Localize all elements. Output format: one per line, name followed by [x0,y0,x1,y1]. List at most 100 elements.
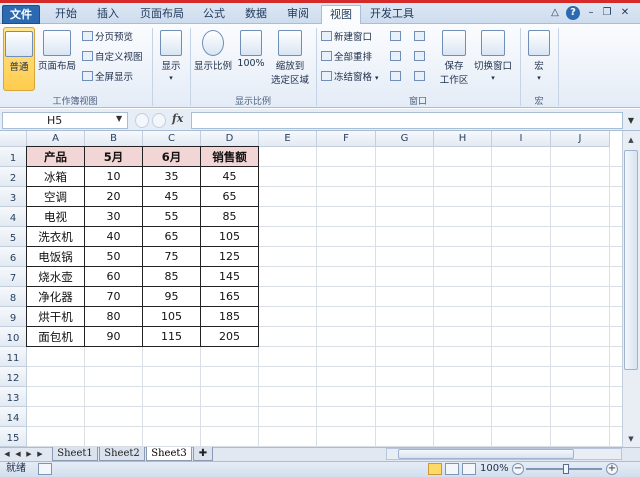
page-layout-view-button[interactable]: 页面布局 [37,27,77,72]
insert-sheet-icon[interactable]: ✚ [193,447,213,461]
macros-button[interactable]: 宏 ▾ [526,27,552,83]
expand-formula-bar-icon[interactable]: ▼ [624,113,638,128]
table-cell[interactable]: 洗衣机 [26,226,85,247]
table-cell[interactable]: 75 [142,246,201,267]
sheet-tab-sheet3[interactable]: Sheet3 [146,447,192,461]
page-layout-status-icon[interactable] [445,463,459,475]
tab-file[interactable]: 文件 [2,5,40,24]
insert-function-icon[interactable]: fx [172,112,190,125]
table-cell[interactable]: 55 [142,206,201,227]
row-header-8[interactable]: 8 [0,287,27,307]
column-header-a[interactable]: A [27,131,85,147]
save-workspace-button[interactable]: 保存 工作区 [436,27,472,86]
row-header-7[interactable]: 7 [0,267,27,287]
table-cell[interactable]: 145 [200,266,259,287]
select-all-corner[interactable] [0,131,27,147]
column-header-f[interactable]: F [317,131,376,147]
row-header-9[interactable]: 9 [0,307,27,327]
table-cell[interactable]: 净化器 [26,286,85,307]
table-cell[interactable]: 65 [142,226,201,247]
table-cell[interactable]: 面包机 [26,326,85,347]
formula-input[interactable] [191,112,623,129]
table-cell[interactable]: 185 [200,306,259,327]
row-header-14[interactable]: 14 [0,407,27,427]
table-cell[interactable]: 85 [142,266,201,287]
table-cell[interactable]: 125 [200,246,259,267]
first-sheet-icon[interactable]: ◀ [2,448,12,460]
table-header-cell[interactable]: 产品 [26,146,85,167]
column-header-h[interactable]: H [434,131,492,147]
table-cell[interactable]: 电视 [26,206,85,227]
unhide-button[interactable] [390,70,403,86]
tab-view[interactable]: 视图 [321,5,361,25]
scroll-down-icon[interactable]: ▼ [624,432,638,446]
zoom-button[interactable]: 显示比例 [193,27,233,72]
name-box[interactable]: H5 [2,112,128,129]
table-cell[interactable]: 95 [142,286,201,307]
minimize-icon[interactable]: – [584,6,598,20]
table-cell[interactable]: 60 [84,266,143,287]
table-cell[interactable]: 30 [84,206,143,227]
ribbon-collapse-icon[interactable]: △ [548,6,562,20]
page-break-preview-button[interactable]: 分页预览 [82,30,133,46]
next-sheet-icon[interactable]: ▶ [24,448,34,460]
table-cell[interactable]: 烧水壶 [26,266,85,287]
formula-enter-icon[interactable] [152,113,166,128]
horizontal-scroll-thumb[interactable] [398,449,574,459]
row-header-11[interactable]: 11 [0,347,27,367]
row-header-3[interactable]: 3 [0,187,27,207]
help-icon[interactable]: ? [566,6,580,20]
row-header-4[interactable]: 4 [0,207,27,227]
switch-windows-button[interactable]: 切换窗口 ▾ [472,27,514,83]
sheet-tab-sheet2[interactable]: Sheet2 [99,447,145,461]
full-screen-button[interactable]: 全屏显示 [82,70,133,86]
zoom-level[interactable]: 100% [480,462,509,476]
worksheet-grid[interactable]: ABCDEFGHIJ12345678910111213141516产品5月6月销… [0,131,622,447]
tab-developer[interactable]: 开发工具 [364,5,420,24]
table-cell[interactable]: 烘干机 [26,306,85,327]
tab-review[interactable]: 审阅 [280,5,316,24]
zoom-out-icon[interactable]: − [512,463,524,475]
zoom-to-selection-button[interactable]: 缩放到 选定区域 [268,27,312,86]
hide-button[interactable] [390,50,403,66]
table-cell[interactable]: 85 [200,206,259,227]
table-header-cell[interactable]: 6月 [142,146,201,167]
last-sheet-icon[interactable]: ▶ [35,448,45,460]
column-header-d[interactable]: D [201,131,259,147]
row-header-13[interactable]: 13 [0,387,27,407]
sheet-tab-sheet1[interactable]: Sheet1 [52,447,98,461]
table-cell[interactable]: 65 [200,186,259,207]
column-header-c[interactable]: C [143,131,201,147]
tab-home[interactable]: 开始 [46,5,86,24]
tab-insert[interactable]: 插入 [88,5,128,24]
normal-view-status-icon[interactable] [428,463,442,475]
table-cell[interactable]: 115 [142,326,201,347]
tab-formulas[interactable]: 公式 [196,5,232,24]
table-cell[interactable]: 冰箱 [26,166,85,187]
table-cell[interactable]: 45 [142,186,201,207]
zoom-100-button[interactable]: 100% [236,27,266,69]
tab-data[interactable]: 数据 [238,5,274,24]
table-cell[interactable]: 80 [84,306,143,327]
table-cell[interactable]: 70 [84,286,143,307]
row-header-12[interactable]: 12 [0,367,27,387]
restore-icon[interactable]: ❐ [600,6,614,20]
sync-scroll-button[interactable] [414,50,427,66]
zoom-slider-thumb[interactable] [563,464,569,474]
table-cell[interactable]: 105 [142,306,201,327]
reset-position-button[interactable] [414,70,427,86]
table-cell[interactable]: 205 [200,326,259,347]
macro-record-icon[interactable] [38,463,52,475]
column-header-e[interactable]: E [259,131,317,147]
new-window-button[interactable]: 新建窗口 [321,30,372,46]
show-button[interactable]: 显示 ▾ [156,27,186,83]
table-header-cell[interactable]: 销售额 [200,146,259,167]
vertical-scroll-thumb[interactable] [624,150,638,370]
row-header-15[interactable]: 15 [0,427,27,447]
table-cell[interactable]: 40 [84,226,143,247]
custom-views-button[interactable]: 自定义视图 [82,50,143,66]
zoom-in-icon[interactable]: + [606,463,618,475]
split-button[interactable] [390,30,403,46]
table-cell[interactable]: 50 [84,246,143,267]
column-header-g[interactable]: G [376,131,434,147]
